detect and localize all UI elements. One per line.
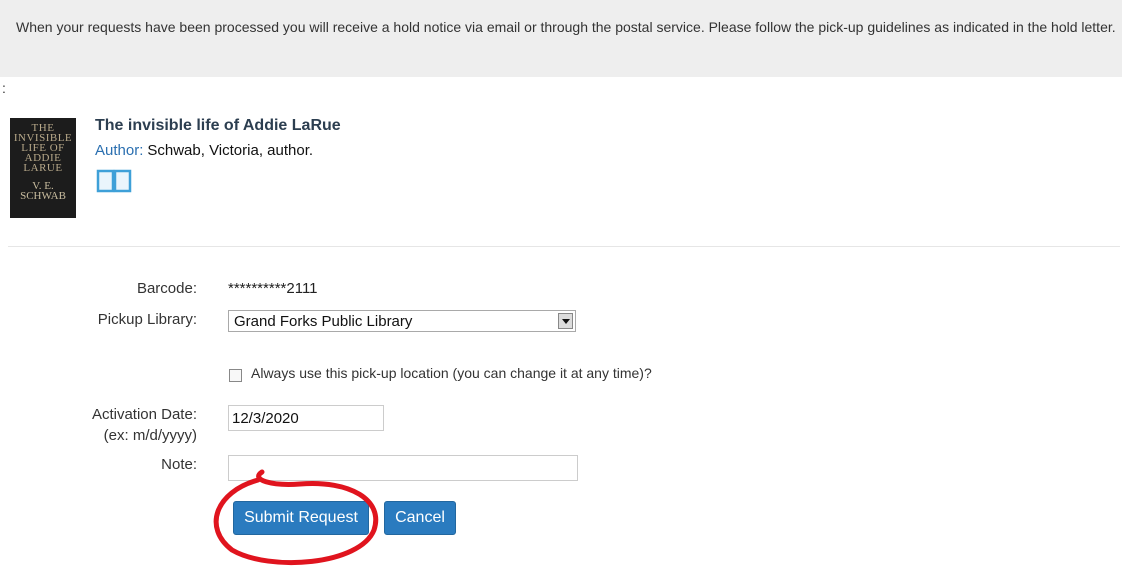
cover-author: V. E. SCHWAB xyxy=(10,181,76,202)
cover-title-line: LARUE xyxy=(23,162,63,174)
book-title[interactable]: The invisible life of Addie LaRue xyxy=(95,117,341,135)
chevron-down-icon[interactable] xyxy=(558,313,573,329)
book-cover[interactable]: THE INVISIBLE LIFE OF ADDIE LARUE V. E. … xyxy=(10,118,76,218)
cover-title: THE INVISIBLE LIFE OF ADDIE LARUE xyxy=(10,123,76,174)
notice-banner: When your requests have been processed y… xyxy=(0,0,1122,77)
cancel-button[interactable]: Cancel xyxy=(384,501,456,535)
book-icon xyxy=(96,169,132,193)
pickup-library-value: Grand Forks Public Library xyxy=(234,313,413,330)
activation-date-input[interactable]: 12/3/2020 xyxy=(228,405,384,431)
note-input[interactable] xyxy=(228,455,578,481)
notice-text: When your requests have been processed y… xyxy=(16,19,1116,35)
always-use-label[interactable]: Always use this pick-up location (you ca… xyxy=(251,365,652,381)
author-label: Author: xyxy=(95,142,144,159)
book-author: Author: Schwab, Victoria, author. xyxy=(95,142,313,159)
note-label: Note: xyxy=(161,456,197,473)
submit-request-button[interactable]: Submit Request xyxy=(233,501,369,535)
pickup-library-label: Pickup Library: xyxy=(97,311,197,328)
author-name: Schwab, Victoria, author. xyxy=(147,142,314,159)
activation-date-label: Activation Date: xyxy=(91,406,197,423)
cover-author-line: SCHWAB xyxy=(20,190,66,202)
activation-date-hint: (ex: m/d/yyyy) xyxy=(103,427,197,444)
barcode-label: Barcode: xyxy=(136,280,197,297)
pickup-library-select[interactable]: Grand Forks Public Library xyxy=(228,310,576,332)
section-divider xyxy=(8,246,1120,247)
stray-colon: : xyxy=(2,80,6,96)
always-use-checkbox[interactable] xyxy=(229,369,242,382)
barcode-value: **********2111 xyxy=(228,280,318,297)
